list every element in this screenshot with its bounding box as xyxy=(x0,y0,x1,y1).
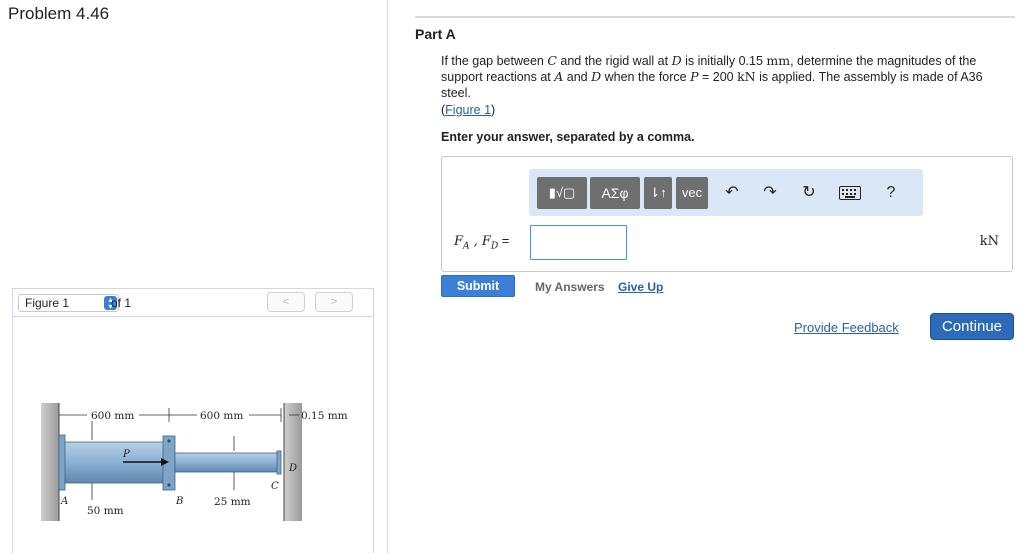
continue-button[interactable]: Continue xyxy=(930,313,1014,340)
figure-next-button[interactable]: > xyxy=(315,292,353,312)
figure-link[interactable]: Figure 1 xyxy=(445,103,491,117)
templates-button[interactable]: ▮√▢ xyxy=(537,177,587,209)
label-c: C xyxy=(271,481,279,492)
answer-box: ▮√▢ ΑΣφ ⇂↑ vec ↶ ↷ ↻ ? FA , FD = kN xyxy=(441,156,1013,272)
provide-feedback-link[interactable]: Provide Feedback xyxy=(794,320,899,335)
figure-diagram: 600 mm 600 mm 0.15 mm 50 mm 25 mm P A B … xyxy=(41,403,348,521)
reset-icon[interactable]: ↻ xyxy=(799,183,819,203)
figure-count: of 1 xyxy=(111,296,132,310)
keyboard-icon[interactable] xyxy=(839,183,861,203)
undo-icon[interactable]: ↶ xyxy=(722,183,742,203)
answer-input[interactable] xyxy=(530,225,627,260)
part-title: Part A xyxy=(415,26,456,42)
dim-600-right: 600 mm xyxy=(200,410,243,422)
label-a: A xyxy=(60,496,68,507)
rod-end-c xyxy=(276,450,282,475)
chevron-left-icon: < xyxy=(282,296,290,308)
answer-unit: kN xyxy=(979,234,999,249)
problem-title: Problem 4.46 xyxy=(8,4,110,23)
label-d: D xyxy=(288,463,297,474)
greek-button[interactable]: ΑΣφ xyxy=(590,177,640,209)
figure-select-value: Figure 1 xyxy=(25,296,70,310)
math-toolbar: ▮√▢ ΑΣφ ⇂↑ vec ↶ ↷ ↻ ? xyxy=(529,169,923,216)
help-icon[interactable]: ? xyxy=(881,183,901,203)
figure-select[interactable]: Figure 1 ▴ ▾ xyxy=(18,294,119,312)
right-wall xyxy=(284,403,302,521)
rod-small xyxy=(174,452,280,473)
flange-left xyxy=(58,434,66,491)
vec-button[interactable]: vec xyxy=(676,177,708,209)
my-answers-link[interactable]: My Answers xyxy=(535,280,605,294)
left-pane: Problem 4.46 Figure 1 ▴ ▾ of 1 < > 600 m… xyxy=(0,0,388,553)
figure-link-line: (Figure 1) xyxy=(441,103,496,117)
instruction: Enter your answer, separated by a comma. xyxy=(441,130,695,144)
figure-prev-button[interactable]: < xyxy=(267,292,305,312)
submit-button[interactable]: Submit xyxy=(441,275,515,297)
left-wall xyxy=(41,403,59,521)
figure-panel: Figure 1 ▴ ▾ of 1 < > 600 mm 600 mm 0.15… xyxy=(12,288,374,553)
figure-toolbar: Figure 1 ▴ ▾ of 1 < > xyxy=(13,289,373,317)
label-p: P xyxy=(122,449,130,460)
dim-50: 50 mm xyxy=(87,505,124,517)
answer-prefix: FA , FD = xyxy=(454,233,510,252)
give-up-link[interactable]: Give Up xyxy=(618,280,663,294)
chevron-right-icon: > xyxy=(330,296,338,308)
label-b: B xyxy=(175,496,183,507)
arrows-button[interactable]: ⇂↑ xyxy=(644,177,672,209)
dim-gap: 0.15 mm xyxy=(301,410,348,422)
redo-icon[interactable]: ↷ xyxy=(760,183,780,203)
question-text: If the gap between C and the rigid wall … xyxy=(441,53,983,100)
dim-600-left: 600 mm xyxy=(91,410,134,422)
right-pane: Part A If the gap between C and the rigi… xyxy=(389,0,1024,553)
dim-25: 25 mm xyxy=(214,496,251,508)
top-divider xyxy=(415,16,1015,18)
